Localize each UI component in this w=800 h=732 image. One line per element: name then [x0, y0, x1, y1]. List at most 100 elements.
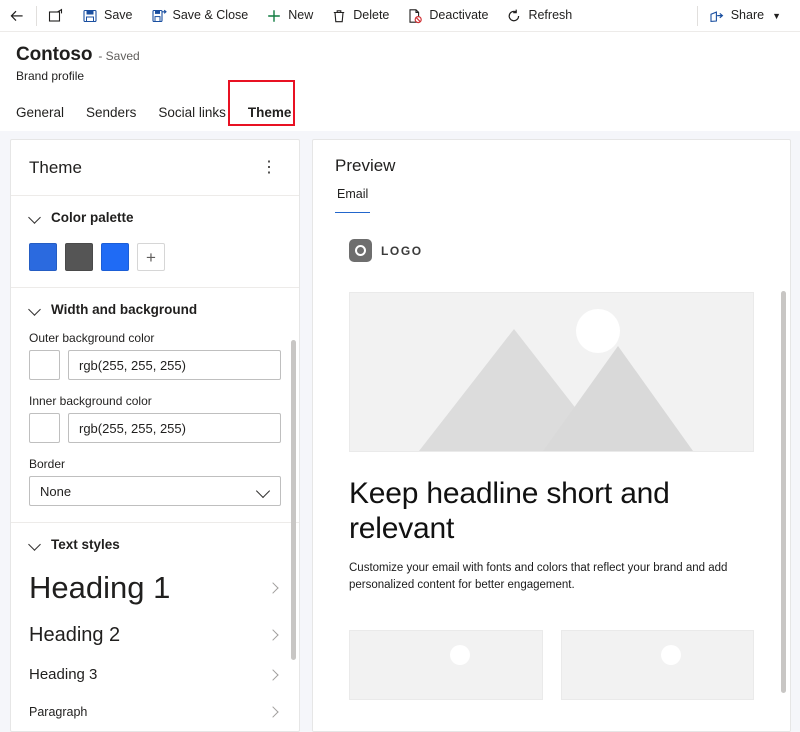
email-body-copy: Customize your email with fonts and colo… — [349, 561, 728, 591]
section-text-styles: Text styles Heading 1 Heading 2 Heading … — [11, 523, 299, 731]
logo-ring-shape — [355, 245, 366, 256]
chevron-down-icon — [29, 212, 41, 224]
record-type-label: Brand profile — [16, 69, 85, 83]
deactivate-button[interactable]: Deactivate — [398, 1, 497, 31]
refresh-button[interactable]: Refresh — [497, 1, 581, 31]
border-label: Border — [29, 457, 66, 471]
text-style-paragraph-label: Paragraph — [29, 705, 88, 720]
text-style-heading-3[interactable]: Heading 3 — [29, 662, 281, 688]
outer-background-color-value: rgb(255, 255, 255) — [79, 357, 186, 373]
form-tabs: General Senders Social links Theme — [16, 80, 784, 128]
share-button[interactable]: Share ▼ — [700, 1, 790, 31]
command-bar: Save Save & Close New Delete Deactivate — [0, 0, 800, 32]
tab-theme-label: Theme — [247, 105, 292, 120]
email-preview-canvas: LOGO Keep headline short and relevant Cu… — [313, 213, 790, 731]
logo-placeholder-icon — [349, 239, 372, 262]
record-title-row: Contoso - Saved — [16, 44, 784, 66]
theme-panel-scrollbar[interactable] — [291, 340, 296, 660]
delete-button[interactable]: Delete — [322, 1, 398, 31]
color-swatch-3[interactable] — [101, 243, 129, 271]
command-bar-left-group: Save Save & Close New Delete Deactivate — [0, 0, 581, 32]
save-button[interactable]: Save — [73, 1, 142, 31]
hero-image-placeholder — [349, 292, 754, 452]
preview-tabs: Email — [335, 187, 768, 214]
outer-background-color-input[interactable]: rgb(255, 255, 255) — [68, 350, 281, 380]
inner-background-color-input[interactable]: rgb(255, 255, 255) — [68, 413, 281, 443]
share-icon — [709, 8, 725, 24]
arrow-back-icon — [9, 8, 25, 24]
page-header: Contoso - Saved Brand profile General Se… — [0, 32, 800, 128]
text-styles-header[interactable]: Text styles — [29, 537, 281, 552]
chevron-right-icon — [269, 630, 279, 640]
trash-icon — [331, 8, 347, 24]
add-color-button[interactable]: + — [137, 243, 165, 271]
card-image-placeholder-right — [560, 630, 754, 701]
share-button-label: Share — [730, 8, 765, 23]
deactivate-button-label: Deactivate — [429, 8, 489, 23]
deactivate-icon — [407, 8, 423, 24]
color-swatch-2[interactable] — [65, 243, 93, 271]
width-background-title: Width and background — [51, 302, 198, 317]
new-button-label: New — [288, 8, 314, 23]
chevron-right-icon — [269, 670, 279, 680]
chevron-down-icon: ▼ — [772, 10, 781, 21]
open-record-button[interactable] — [39, 1, 73, 31]
color-palette-title: Color palette — [51, 210, 134, 225]
inner-background-color-label: Inner background color — [29, 394, 152, 408]
save-button-label: Save — [104, 8, 133, 23]
chevron-down-icon — [29, 304, 41, 316]
sun-shape — [661, 645, 682, 666]
width-background-header[interactable]: Width and background — [29, 302, 281, 317]
back-button[interactable] — [0, 1, 34, 31]
tab-senders[interactable]: Senders — [75, 105, 147, 128]
tab-social-links-label: Social links — [158, 105, 226, 120]
theme-panel-more-menu-button[interactable]: ⋮ — [257, 156, 281, 180]
text-style-heading-1-label: Heading 1 — [29, 570, 171, 605]
section-color-palette: Color palette + — [11, 196, 299, 288]
inner-background-color-chip[interactable] — [29, 413, 60, 443]
tab-social-links[interactable]: Social links — [147, 105, 237, 128]
tab-theme[interactable]: Theme — [237, 105, 303, 128]
command-bar-divider-right — [696, 5, 698, 26]
text-style-heading-2-label: Heading 2 — [29, 623, 121, 646]
chevron-down-icon — [258, 485, 270, 497]
outer-background-color-label: Outer background color — [29, 331, 155, 345]
card-image-placeholder-left — [349, 630, 543, 701]
email-card-left — [349, 630, 543, 701]
delete-button-label: Delete — [353, 8, 390, 23]
preview-panel-title: Preview — [335, 156, 396, 175]
new-button[interactable]: New — [257, 1, 322, 31]
section-width-and-background: Width and background Outer background co… — [11, 288, 299, 523]
plus-icon — [266, 8, 282, 24]
tab-general[interactable]: General — [16, 105, 75, 128]
color-palette-header[interactable]: Color palette — [29, 210, 281, 225]
save-and-close-button-label: Save & Close — [172, 8, 249, 23]
email-card-row — [349, 630, 754, 701]
chevron-down-icon — [29, 539, 41, 551]
email-headline: Keep headline short and relevant — [349, 477, 670, 545]
email-content: LOGO Keep headline short and relevant Cu… — [313, 213, 790, 701]
preview-scrollbar[interactable] — [781, 291, 786, 693]
outer-background-color-chip[interactable] — [29, 350, 60, 380]
chevron-right-icon — [269, 583, 279, 593]
save-and-close-button[interactable]: Save & Close — [142, 1, 258, 31]
sun-shape — [449, 645, 470, 666]
text-style-heading-2[interactable]: Heading 2 — [29, 619, 281, 651]
theme-editor-panel: Theme ⋮ Color palette + Width and backgr… — [10, 139, 300, 732]
theme-panel-title: Theme — [29, 157, 82, 177]
text-style-paragraph[interactable]: Paragraph — [29, 701, 281, 723]
work-area: Theme ⋮ Color palette + Width and backgr… — [0, 131, 800, 732]
email-logo-text: LOGO — [381, 243, 423, 258]
email-card-right — [560, 630, 754, 701]
preview-tab-email[interactable]: Email — [335, 187, 371, 214]
text-style-heading-3-label: Heading 3 — [29, 665, 98, 683]
open-record-icon — [48, 8, 64, 24]
plus-icon: + — [146, 247, 156, 267]
border-select[interactable]: None — [29, 476, 281, 506]
text-style-heading-1[interactable]: Heading 1 — [29, 566, 281, 611]
chevron-right-icon — [269, 707, 279, 717]
mountain-shape-small — [543, 346, 694, 451]
text-styles-title: Text styles — [51, 537, 120, 552]
color-swatch-1[interactable] — [29, 243, 57, 271]
tab-general-label: General — [16, 105, 65, 120]
